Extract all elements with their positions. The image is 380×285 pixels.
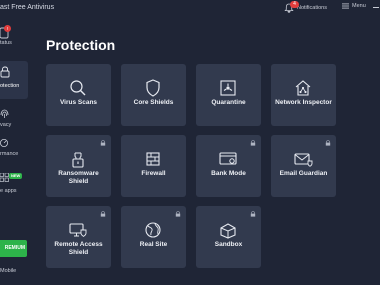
new-badge: NEW: [9, 173, 23, 179]
sidebar-item-status[interactable]: ! tatus: [0, 25, 30, 55]
lock-icon: [100, 211, 106, 217]
bank-mode-icon: [218, 149, 238, 169]
tile-virus-scans[interactable]: Virus Scans: [46, 64, 111, 126]
hamburger-icon: [342, 3, 349, 9]
mobile-link[interactable]: Mobile: [0, 268, 16, 274]
sidebar: ! tatus otection vacy rmance NEW e apps …: [0, 17, 30, 285]
tile-label: Quarantine: [211, 99, 246, 106]
tile-label: Sandbox: [214, 241, 243, 248]
lock-icon: [250, 211, 256, 217]
email-icon: [293, 149, 313, 169]
tile-real-site[interactable]: Real Site: [121, 206, 186, 268]
lock-icon: [175, 211, 181, 217]
tile-label: Bank Mode: [211, 170, 246, 177]
sidebar-item-performance[interactable]: rmance: [0, 138, 30, 164]
tile-label: Ransomware Shield: [58, 170, 99, 185]
lock-icon: [0, 66, 10, 78]
notifications-label: Notifications: [297, 5, 327, 11]
sidebar-item-label: tatus: [0, 40, 12, 46]
page-title: Protection: [46, 37, 116, 53]
sidebar-item-label: e apps: [0, 188, 17, 194]
quarantine-icon: [218, 78, 238, 98]
tile-bank-mode[interactable]: Bank Mode: [196, 135, 261, 197]
bell-icon: 4: [284, 1, 299, 13]
sidebar-item-label: vacy: [0, 122, 12, 128]
notification-count-badge: 4: [290, 1, 299, 8]
tile-sandbox[interactable]: Sandbox: [196, 206, 261, 268]
sidebar-item-more-apps[interactable]: NEW e apps: [0, 172, 30, 200]
sidebar-item-privacy[interactable]: vacy: [0, 109, 30, 133]
tile-remote-access-shield[interactable]: Remote Access Shield: [46, 206, 111, 268]
tile-network-inspector[interactable]: Network Inspector: [271, 64, 336, 126]
tile-label: Virus Scans: [59, 99, 98, 106]
lock-icon: [325, 140, 331, 146]
tile-label: Firewall: [141, 170, 166, 177]
tile-quarantine[interactable]: Quarantine: [196, 64, 261, 126]
remote-access-icon: [68, 220, 88, 240]
notifications-button[interactable]: 4 Notifications: [284, 1, 327, 13]
tile-ransomware-shield[interactable]: Ransomware Shield: [46, 135, 111, 197]
title-bar: ast Free Antivirus 4 Notifications Menu: [0, 0, 380, 17]
tile-label: Real Site: [139, 241, 168, 248]
tile-label: Remote Access Shield: [54, 241, 103, 256]
gauge-icon: [0, 138, 9, 148]
minimize-button[interactable]: [373, 7, 379, 8]
tile-label: Email Guardian: [279, 170, 328, 177]
globe-icon: [143, 220, 163, 240]
tile-core-shields[interactable]: Core Shields: [121, 64, 186, 126]
fingerprint-icon: [0, 109, 9, 119]
menu-label: Menu: [352, 3, 366, 9]
network-house-icon: [293, 78, 313, 98]
sidebar-item-protection[interactable]: otection: [0, 63, 30, 97]
lock-icon: [250, 140, 256, 146]
shield-icon: [143, 78, 163, 98]
go-premium-button[interactable]: REMIUM: [0, 240, 27, 257]
tile-label: Core Shields: [133, 99, 174, 106]
sidebar-item-label: rmance: [0, 151, 19, 157]
menu-button[interactable]: Menu: [342, 3, 366, 9]
ransomware-shield-icon: [68, 149, 88, 169]
tile-firewall[interactable]: Firewall: [121, 135, 186, 197]
firewall-icon: [143, 149, 163, 169]
sandbox-icon: [218, 220, 238, 240]
tile-email-guardian[interactable]: Email Guardian: [271, 135, 336, 197]
apps-grid-icon: [0, 173, 9, 182]
magnifier-icon: [68, 78, 88, 98]
tile-label: Network Inspector: [275, 99, 332, 106]
app-title: ast Free Antivirus: [0, 4, 55, 11]
lock-icon: [100, 140, 106, 146]
sidebar-item-label: otection: [0, 83, 20, 89]
status-alert-badge: !: [4, 25, 11, 32]
